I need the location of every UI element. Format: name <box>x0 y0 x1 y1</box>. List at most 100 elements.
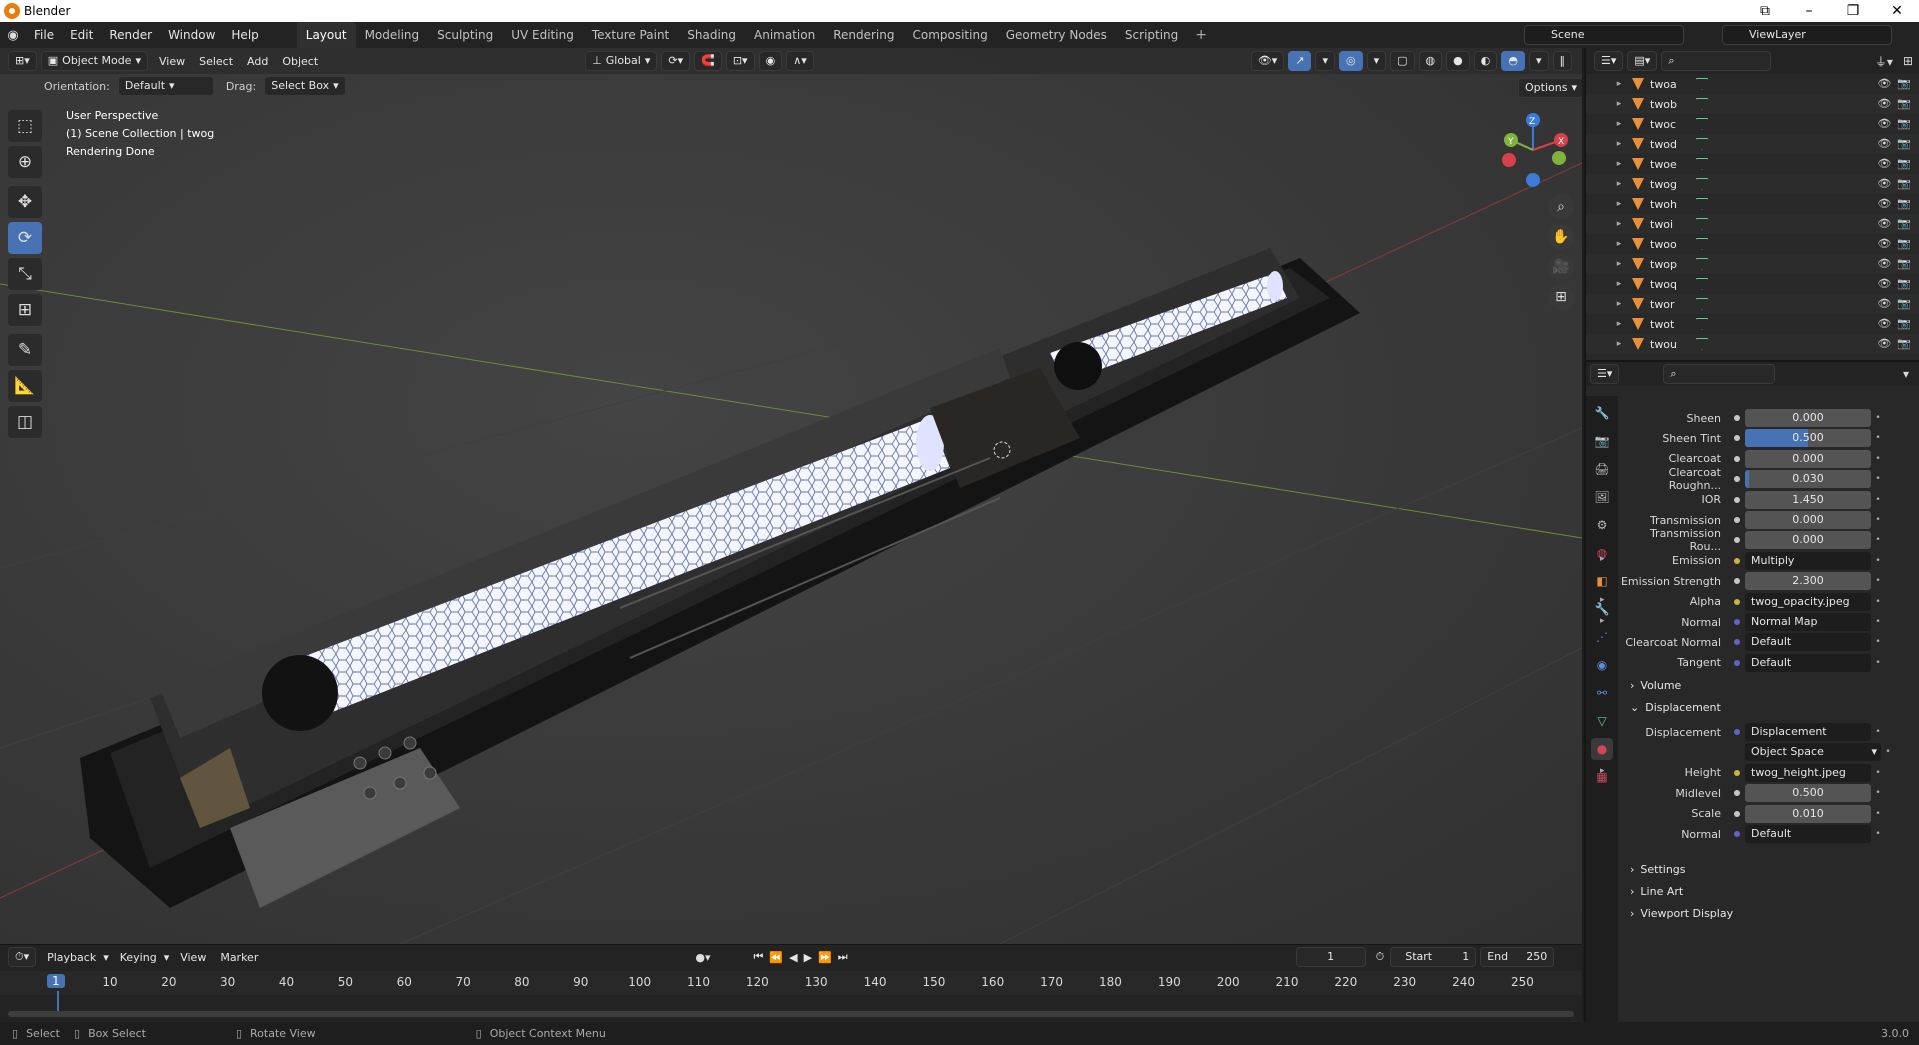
outliner-row[interactable]: ▸ twoe 👁 📷 <box>1586 154 1919 174</box>
keyframe-dot-icon[interactable]: • <box>1881 747 1895 757</box>
expand-arrow-icon[interactable]: ▸ <box>1600 554 1605 564</box>
jump-start-icon[interactable]: ⏮ <box>753 950 763 964</box>
current-frame-field[interactable]: 1 <box>1295 947 1366 967</box>
timeline-scrollbar[interactable] <box>8 1011 1574 1017</box>
add-cube-tool-icon[interactable]: ◫ <box>8 406 42 438</box>
frame-ruler[interactable]: 1 10 20 30 40 50 60 70 80 90 100 110 120 130 140 150 16… <box>0 971 1582 995</box>
outliner-row[interactable]: ▸ twoh 👁 📷 <box>1586 194 1919 214</box>
end-frame-field[interactable]: End 250 <box>1480 947 1555 967</box>
play-icon[interactable]: ▶ <box>804 951 812 964</box>
eye-icon[interactable]: 👁 <box>1877 317 1891 330</box>
pivot-button[interactable]: ⟳▾ <box>661 51 691 71</box>
eye-icon[interactable]: 👁 <box>1877 237 1891 250</box>
viewport-menu-view[interactable]: View <box>152 55 192 68</box>
keyframe-dot-icon[interactable]: • <box>1871 515 1885 525</box>
navigation-gizmo[interactable]: Z X Y <box>1493 110 1573 190</box>
rotate-tool-icon[interactable]: ⟳ <box>8 222 42 254</box>
mesh-data-icon[interactable] <box>1696 338 1708 350</box>
socket-dot-icon[interactable] <box>1734 729 1740 735</box>
expand-arrow-icon[interactable]: ▸ <box>1612 299 1626 309</box>
socket-dot-icon[interactable] <box>1734 769 1740 776</box>
properties-editor-type[interactable]: ☰▾ <box>1590 364 1620 384</box>
mesh-data-icon[interactable] <box>1696 278 1708 290</box>
panel-header[interactable]: › Line Art <box>1630 880 1912 902</box>
eye-icon[interactable]: 👁 <box>1877 97 1891 110</box>
outliner-item-label[interactable]: twoo <box>1650 238 1686 251</box>
socket-dot-icon[interactable] <box>1734 598 1740 605</box>
outliner-row[interactable]: ▸ twou 👁 📷 <box>1586 334 1919 354</box>
property-field[interactable]: 2.300 <box>1745 572 1871 591</box>
panel-header[interactable]: › Volume <box>1630 674 1912 696</box>
outliner-row[interactable]: ▸ twoq 👁 📷 <box>1586 274 1919 294</box>
property-field[interactable]: 0.000 <box>1745 449 1871 468</box>
gizmo-toggle-button[interactable]: ↗ <box>1288 51 1312 71</box>
object-tab-icon[interactable]: ◧ <box>1591 570 1613 592</box>
keyframe-dot-icon[interactable]: • <box>1871 788 1885 798</box>
keyframe-dot-icon[interactable]: • <box>1871 413 1885 423</box>
render-tab-icon[interactable]: 📷 <box>1591 430 1613 452</box>
tab-texture-paint[interactable]: Texture Paint <box>583 22 678 48</box>
socket-dot-icon[interactable] <box>1734 517 1740 523</box>
properties-editor[interactable]: ☰▾ ⌕ ▾ 🔧 📷 🖨 🖼 ⚙ ◍ ◧ 🔧 ⋰ ◉ ⚯ ▽ ● ▦ Sheen… <box>1584 360 1919 1024</box>
preview-range-icon[interactable]: ⏱ <box>1376 950 1385 964</box>
jump-end-icon[interactable]: ⏭ <box>838 950 848 964</box>
render-camera-icon[interactable]: 📷 <box>1897 277 1911 290</box>
outliner[interactable]: ☰▾ ▤▾ ⌕ ⏚▾ ⊞ ▸ twoa 👁 📷 ▸ twob 👁 📷 ▸ twoc 👁 📷 ▸ twod 👁… <box>1584 48 1919 360</box>
proportional-edit-button[interactable]: ◉ <box>758 51 783 71</box>
socket-dot-icon[interactable] <box>1734 557 1740 564</box>
outliner-row[interactable]: ▸ twop 👁 📷 <box>1586 254 1919 274</box>
gizmo-menu-button[interactable]: ▾ <box>1315 51 1335 71</box>
expand-arrow-icon[interactable]: ▸ <box>1612 259 1626 269</box>
zoom-icon[interactable]: ⌕ <box>1548 194 1574 220</box>
mesh-data-icon[interactable] <box>1696 238 1708 250</box>
keyframe-dot-icon[interactable]: • <box>1871 617 1885 627</box>
socket-dot-icon[interactable] <box>1734 810 1740 817</box>
outliner-item-label[interactable]: twoa <box>1650 78 1686 91</box>
outliner-item-label[interactable]: twog <box>1650 178 1686 191</box>
physics-tab-icon[interactable]: ◉ <box>1591 654 1613 676</box>
panel-header[interactable]: › Settings <box>1630 858 1912 880</box>
expand-arrow-icon[interactable]: ▸ <box>1612 79 1626 89</box>
panel-header[interactable]: › Viewport Display <box>1630 902 1912 924</box>
keyframe-dot-icon[interactable]: • <box>1871 768 1885 778</box>
expand-arrow-icon[interactable]: ▸ <box>1600 616 1605 626</box>
tab-geometry-nodes[interactable]: Geometry Nodes <box>997 22 1116 48</box>
eye-icon[interactable]: 👁 <box>1877 137 1891 150</box>
particles-tab-icon[interactable]: ⋰ <box>1591 626 1613 648</box>
keyframe-dot-icon[interactable]: • <box>1871 658 1885 668</box>
viewport-menu-add[interactable]: Add <box>240 55 275 68</box>
expand-arrow-icon[interactable]: ▸ <box>1612 199 1626 209</box>
keyframe-dot-icon[interactable]: • <box>1871 829 1885 839</box>
render-camera-icon[interactable]: 📷 <box>1897 297 1911 310</box>
render-camera-icon[interactable]: 📷 <box>1897 177 1911 190</box>
render-camera-icon[interactable]: 📷 <box>1897 257 1911 270</box>
expand-arrow-icon[interactable]: ▸ <box>1600 766 1605 776</box>
mesh-data-icon[interactable] <box>1696 258 1708 270</box>
socket-dot-icon[interactable] <box>1734 831 1740 837</box>
prev-keyframe-icon[interactable]: ⏪ <box>769 951 783 964</box>
menu-help[interactable]: Help <box>223 28 266 42</box>
keyframe-dot-icon[interactable]: • <box>1871 637 1885 647</box>
mode-selector[interactable]: ▣ Object Mode ▾ <box>40 51 148 71</box>
scene-tab-icon[interactable]: ⚙ <box>1591 514 1613 536</box>
socket-dot-icon[interactable] <box>1734 496 1740 503</box>
shading-menu-button[interactable]: ▾ <box>1528 51 1549 71</box>
camera-view-icon[interactable]: 🎥 <box>1548 254 1574 280</box>
select-box-tool-icon[interactable]: ⬚ <box>8 110 42 142</box>
move-tool-icon[interactable]: ✥ <box>8 186 42 218</box>
mesh-data-icon[interactable] <box>1696 78 1708 90</box>
scene-selector[interactable]: Scene <box>1524 25 1684 45</box>
keyframe-dot-icon[interactable]: • <box>1871 433 1885 443</box>
property-field[interactable]: 0.000 <box>1745 409 1871 427</box>
outliner-item-label[interactable]: twoe <box>1650 158 1686 171</box>
xray-button[interactable]: ▢ <box>1390 51 1415 71</box>
next-keyframe-icon[interactable]: ⏩ <box>818 951 832 964</box>
outliner-item-label[interactable]: twor <box>1650 298 1686 311</box>
render-camera-icon[interactable]: 📷 <box>1897 237 1911 250</box>
overlay-toggle-button[interactable]: ◎ <box>1338 51 1363 71</box>
timeline-menu-marker[interactable]: Marker <box>213 951 265 964</box>
autokey-record-icon[interactable]: ●▾ <box>695 951 710 964</box>
property-field[interactable]: Object Space ▾ <box>1745 743 1881 762</box>
material-shading-button[interactable]: ◐ <box>1473 51 1498 71</box>
property-field[interactable]: twog_opacity.jpeg <box>1745 592 1871 611</box>
